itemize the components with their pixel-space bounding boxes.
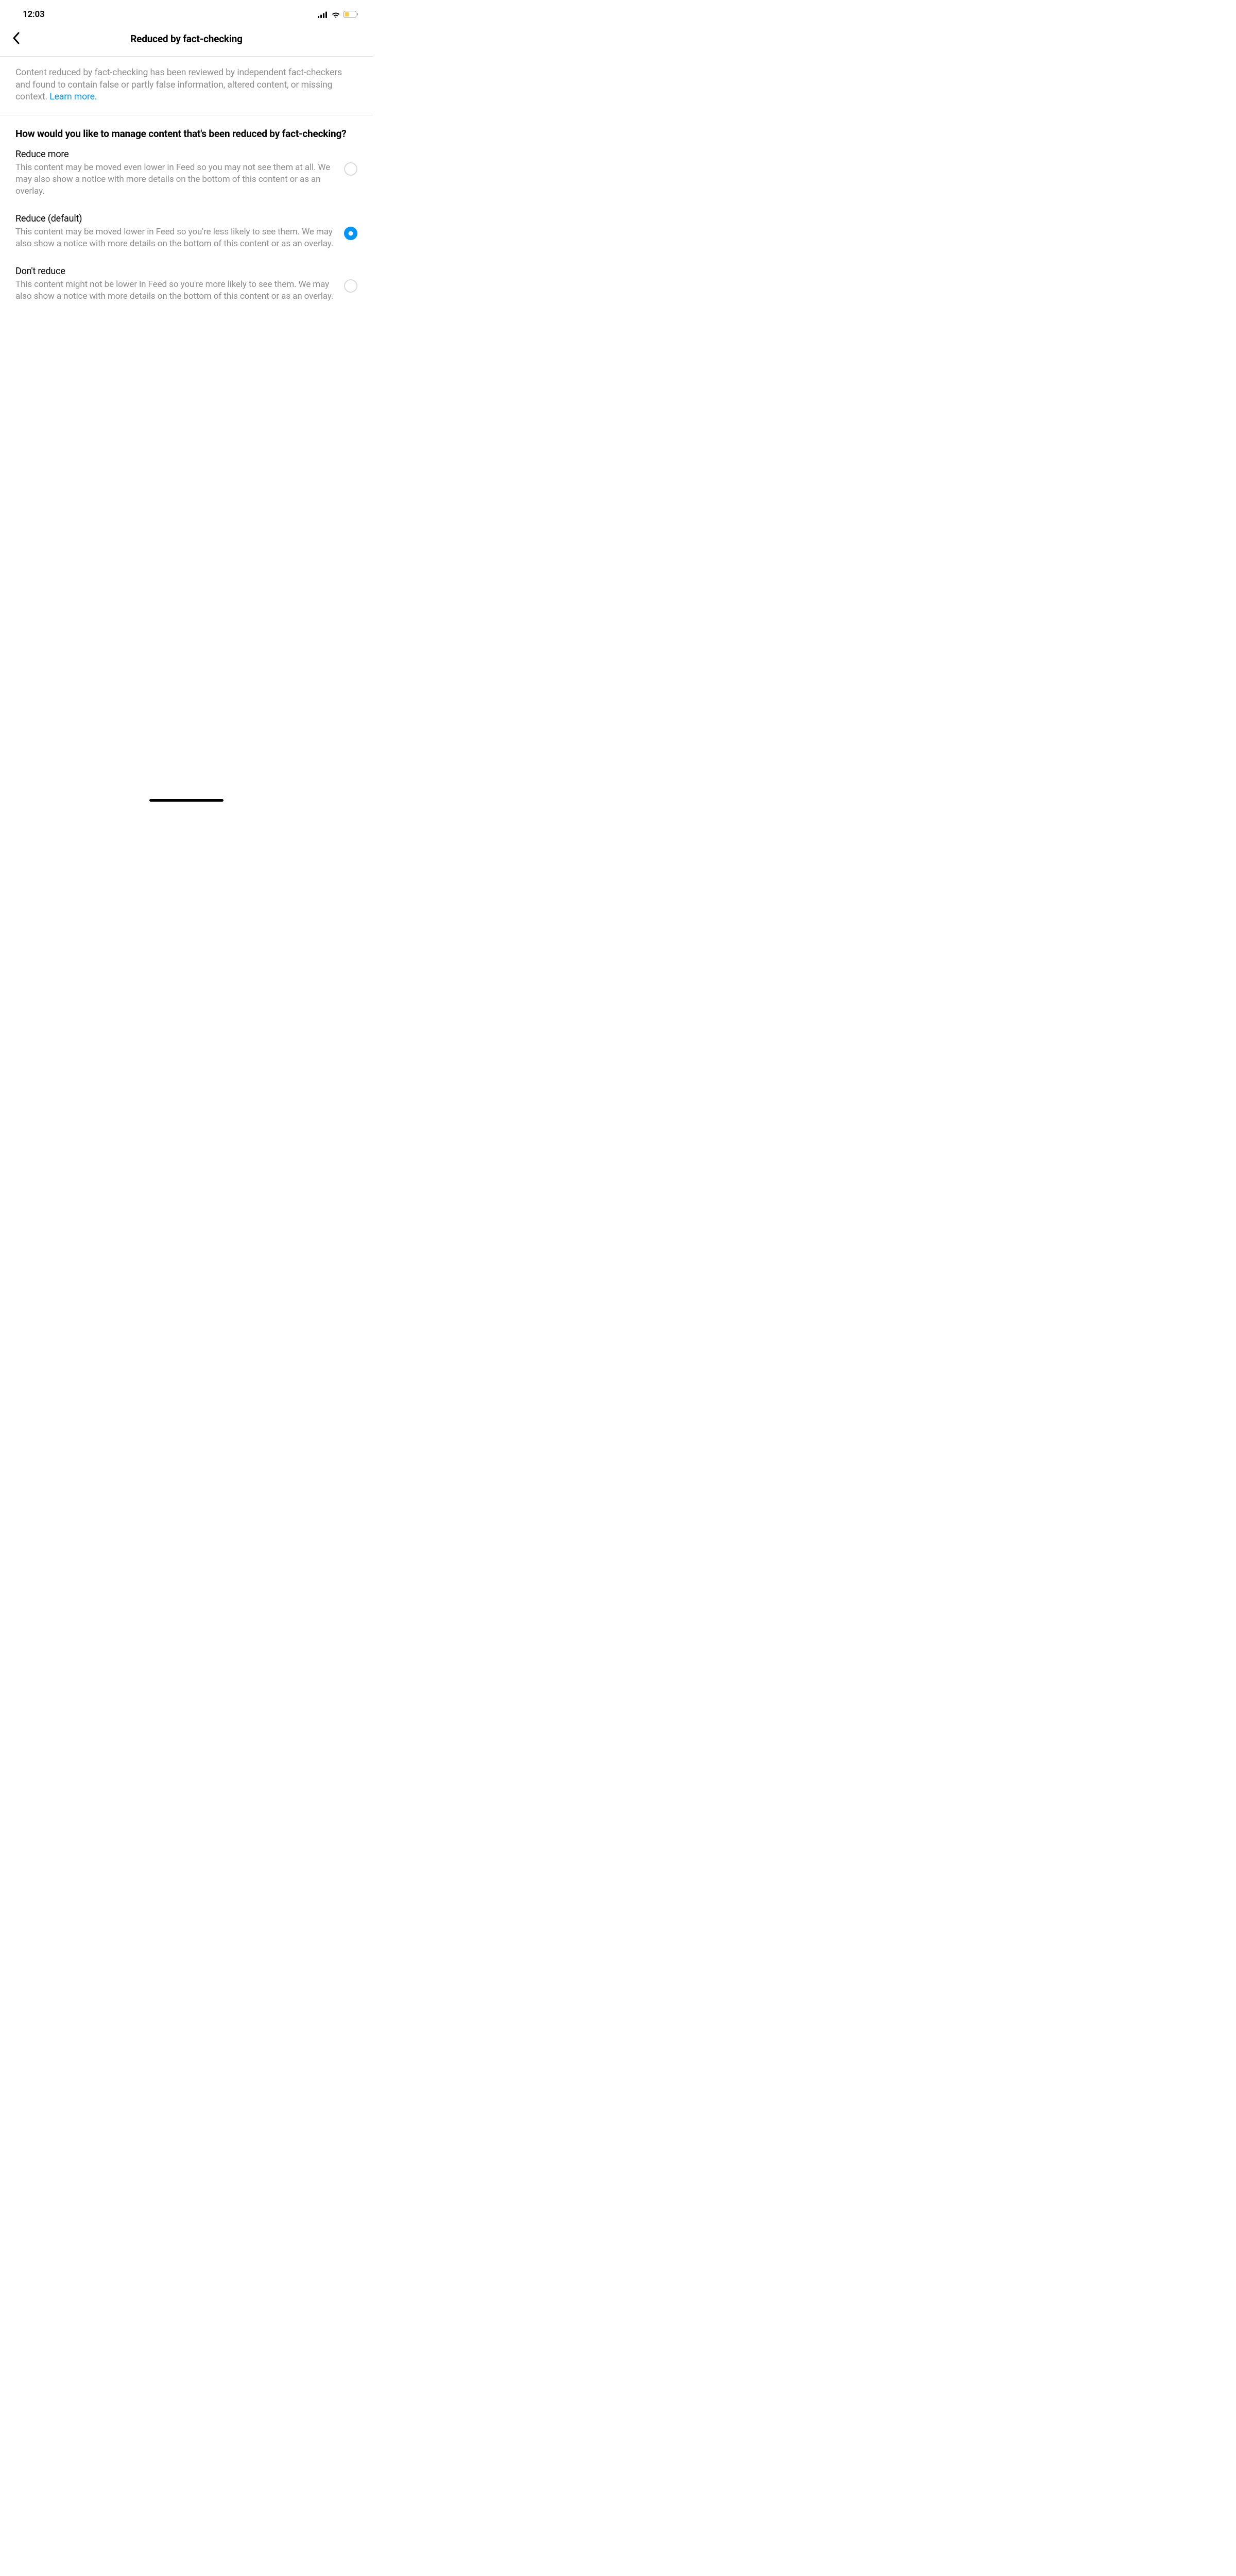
option-reduce-default[interactable]: Reduce (default) This content may be mov… — [15, 213, 357, 266]
page-header: Reduced by fact-checking — [0, 26, 373, 57]
radio-button[interactable] — [344, 162, 357, 176]
option-description: This content may be moved lower in Feed … — [15, 226, 335, 250]
option-title: Reduce more — [15, 149, 335, 160]
option-reduce-more[interactable]: Reduce more This content may be moved ev… — [15, 149, 357, 213]
radio-button[interactable] — [344, 279, 357, 293]
description-section: Content reduced by fact-checking has bee… — [0, 57, 373, 115]
option-title: Don't reduce — [15, 266, 335, 277]
options-list: Reduce more This content may be moved ev… — [0, 141, 373, 318]
radio-button[interactable] — [344, 227, 357, 240]
option-description: This content may be moved even lower in … — [15, 162, 335, 198]
option-content: Reduce more This content may be moved ev… — [15, 149, 335, 198]
learn-more-link[interactable]: Learn more. — [49, 92, 97, 102]
question-title: How would you like to manage content tha… — [15, 128, 357, 141]
wifi-icon — [331, 11, 340, 18]
page-title: Reduced by fact-checking — [8, 33, 365, 45]
question-section: How would you like to manage content tha… — [0, 115, 373, 141]
option-dont-reduce[interactable]: Don't reduce This content might not be l… — [15, 266, 357, 318]
battery-icon — [344, 11, 358, 18]
option-content: Reduce (default) This content may be mov… — [15, 213, 335, 250]
status-time: 12:03 — [23, 9, 44, 20]
home-indicator — [149, 799, 224, 802]
option-title: Reduce (default) — [15, 213, 335, 224]
cellular-signal-icon — [318, 11, 328, 18]
chevron-left-icon — [12, 32, 20, 46]
status-bar: 12:03 — [0, 0, 373, 26]
back-button[interactable] — [8, 31, 24, 47]
option-content: Don't reduce This content might not be l… — [15, 266, 335, 303]
status-icons — [318, 11, 358, 18]
option-description: This content might not be lower in Feed … — [15, 279, 335, 303]
